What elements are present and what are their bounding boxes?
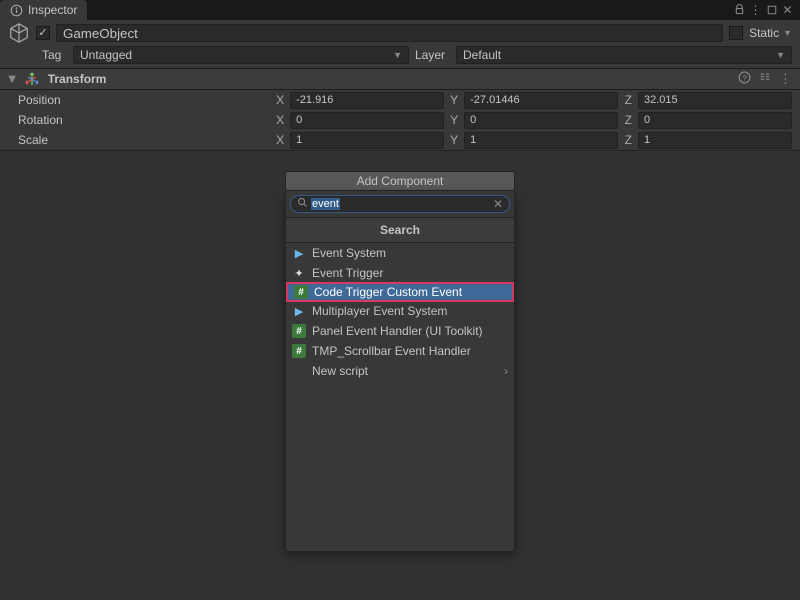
gameobject-icon[interactable] xyxy=(8,22,30,44)
lock-icon[interactable] xyxy=(733,3,746,16)
x-label: X xyxy=(276,113,284,127)
search-text: event xyxy=(311,198,340,210)
result-label: Multiplayer Event System xyxy=(312,304,447,318)
position-label: Position xyxy=(8,93,270,107)
layer-label: Layer xyxy=(415,48,450,62)
result-label: New script xyxy=(312,364,368,378)
static-checkbox[interactable] xyxy=(729,26,743,40)
z-label: Z xyxy=(624,113,632,127)
z-label: Z xyxy=(624,93,632,107)
scale-x-input[interactable] xyxy=(290,132,444,149)
help-icon[interactable]: ? xyxy=(738,71,751,87)
gameobject-header: Static ▼ xyxy=(0,20,800,46)
script-icon: # xyxy=(294,285,308,299)
result-label: TMP_Scrollbar Event Handler xyxy=(312,344,471,358)
search-result-item[interactable]: # Code Trigger Custom Event xyxy=(286,282,514,302)
inspector-tab[interactable]: Inspector xyxy=(0,0,87,20)
layer-dropdown[interactable]: Default ▼ xyxy=(456,46,792,64)
object-name-input[interactable] xyxy=(56,24,723,42)
chevron-down-icon: ▼ xyxy=(776,50,785,60)
search-result-item[interactable]: New script › xyxy=(286,361,514,381)
rotation-row: Rotation X Y Z xyxy=(0,110,800,130)
position-z-input[interactable] xyxy=(638,92,792,109)
rotation-x-input[interactable] xyxy=(290,112,444,129)
static-label: Static ▼ xyxy=(749,26,792,40)
window-controls: ⋮ ✕ xyxy=(733,3,794,16)
static-dropdown-icon[interactable]: ▼ xyxy=(783,28,792,38)
result-label: Event System xyxy=(312,246,386,260)
chevron-right-icon: › xyxy=(504,364,508,378)
search-result-item[interactable]: ✦ Event Trigger xyxy=(286,263,514,283)
event-system-icon: ◀ xyxy=(292,246,306,260)
position-row: Position X Y Z xyxy=(0,90,800,110)
transform-header[interactable]: ▶ Transform ? ⋮ xyxy=(0,68,800,90)
y-label: Y xyxy=(450,93,458,107)
search-row: event ✕ xyxy=(286,191,514,217)
info-icon xyxy=(10,4,23,17)
search-icon xyxy=(297,197,308,211)
transform-icon xyxy=(24,71,40,87)
tab-title: Inspector xyxy=(28,3,77,17)
tag-label: Tag xyxy=(42,48,67,62)
scale-y-input[interactable] xyxy=(464,132,618,149)
active-checkbox[interactable] xyxy=(36,26,50,40)
component-controls: ? ⋮ xyxy=(738,71,792,87)
search-input[interactable]: event ✕ xyxy=(290,195,510,213)
result-label: Panel Event Handler (UI Toolkit) xyxy=(312,324,483,338)
result-list: ◀ Event System ✦ Event Trigger # Code Trigger… xyxy=(286,243,514,551)
event-system-icon: ◀ xyxy=(292,304,306,318)
tag-dropdown[interactable]: Untagged ▼ xyxy=(73,46,409,64)
event-trigger-icon: ✦ xyxy=(292,266,306,280)
result-label: Code Trigger Custom Event xyxy=(314,285,462,299)
script-icon: # xyxy=(292,344,306,358)
x-label: X xyxy=(276,133,284,147)
expand-icon[interactable]: ▶ xyxy=(6,75,17,83)
y-label: Y xyxy=(450,133,458,147)
search-result-item[interactable]: ◀ Event System xyxy=(286,243,514,263)
rotation-label: Rotation xyxy=(8,113,270,127)
position-x-input[interactable] xyxy=(290,92,444,109)
position-y-input[interactable] xyxy=(464,92,618,109)
y-label: Y xyxy=(450,113,458,127)
tag-layer-row: Tag Untagged ▼ Layer Default ▼ xyxy=(0,46,800,68)
inspector-panel: Static ▼ Tag Untagged ▼ Layer Default ▼ … xyxy=(0,20,800,580)
menu-icon[interactable]: ⋮ xyxy=(749,3,762,16)
result-label: Event Trigger xyxy=(312,266,383,280)
component-area: Add Component event ✕ Search ◀ Event Syst… xyxy=(0,150,800,580)
transform-title: Transform xyxy=(48,72,730,86)
search-section-title: Search xyxy=(286,217,514,243)
search-result-item[interactable]: ◀ Multiplayer Event System xyxy=(286,301,514,321)
script-icon: # xyxy=(292,324,306,338)
preset-icon[interactable] xyxy=(759,71,771,87)
search-result-item[interactable]: # TMP_Scrollbar Event Handler xyxy=(286,341,514,361)
search-result-item[interactable]: # Panel Event Handler (UI Toolkit) xyxy=(286,321,514,341)
blank-icon xyxy=(292,364,306,378)
add-component-button[interactable]: Add Component xyxy=(285,171,515,191)
close-icon[interactable]: ✕ xyxy=(781,3,794,16)
tab-bar: Inspector ⋮ ✕ xyxy=(0,0,800,20)
svg-text:?: ? xyxy=(742,73,746,82)
scale-z-input[interactable] xyxy=(638,132,792,149)
chevron-down-icon: ▼ xyxy=(393,50,402,60)
kebab-icon[interactable]: ⋮ xyxy=(779,71,792,87)
clear-search-icon[interactable]: ✕ xyxy=(493,197,503,211)
rotation-z-input[interactable] xyxy=(638,112,792,129)
maximize-icon[interactable] xyxy=(765,3,778,16)
scale-row: Scale X Y Z xyxy=(0,130,800,150)
rotation-y-input[interactable] xyxy=(464,112,618,129)
scale-label: Scale xyxy=(8,133,270,147)
x-label: X xyxy=(276,93,284,107)
z-label: Z xyxy=(624,133,632,147)
component-search-popup: event ✕ Search ◀ Event System ✦ Event Trigg… xyxy=(285,191,515,552)
